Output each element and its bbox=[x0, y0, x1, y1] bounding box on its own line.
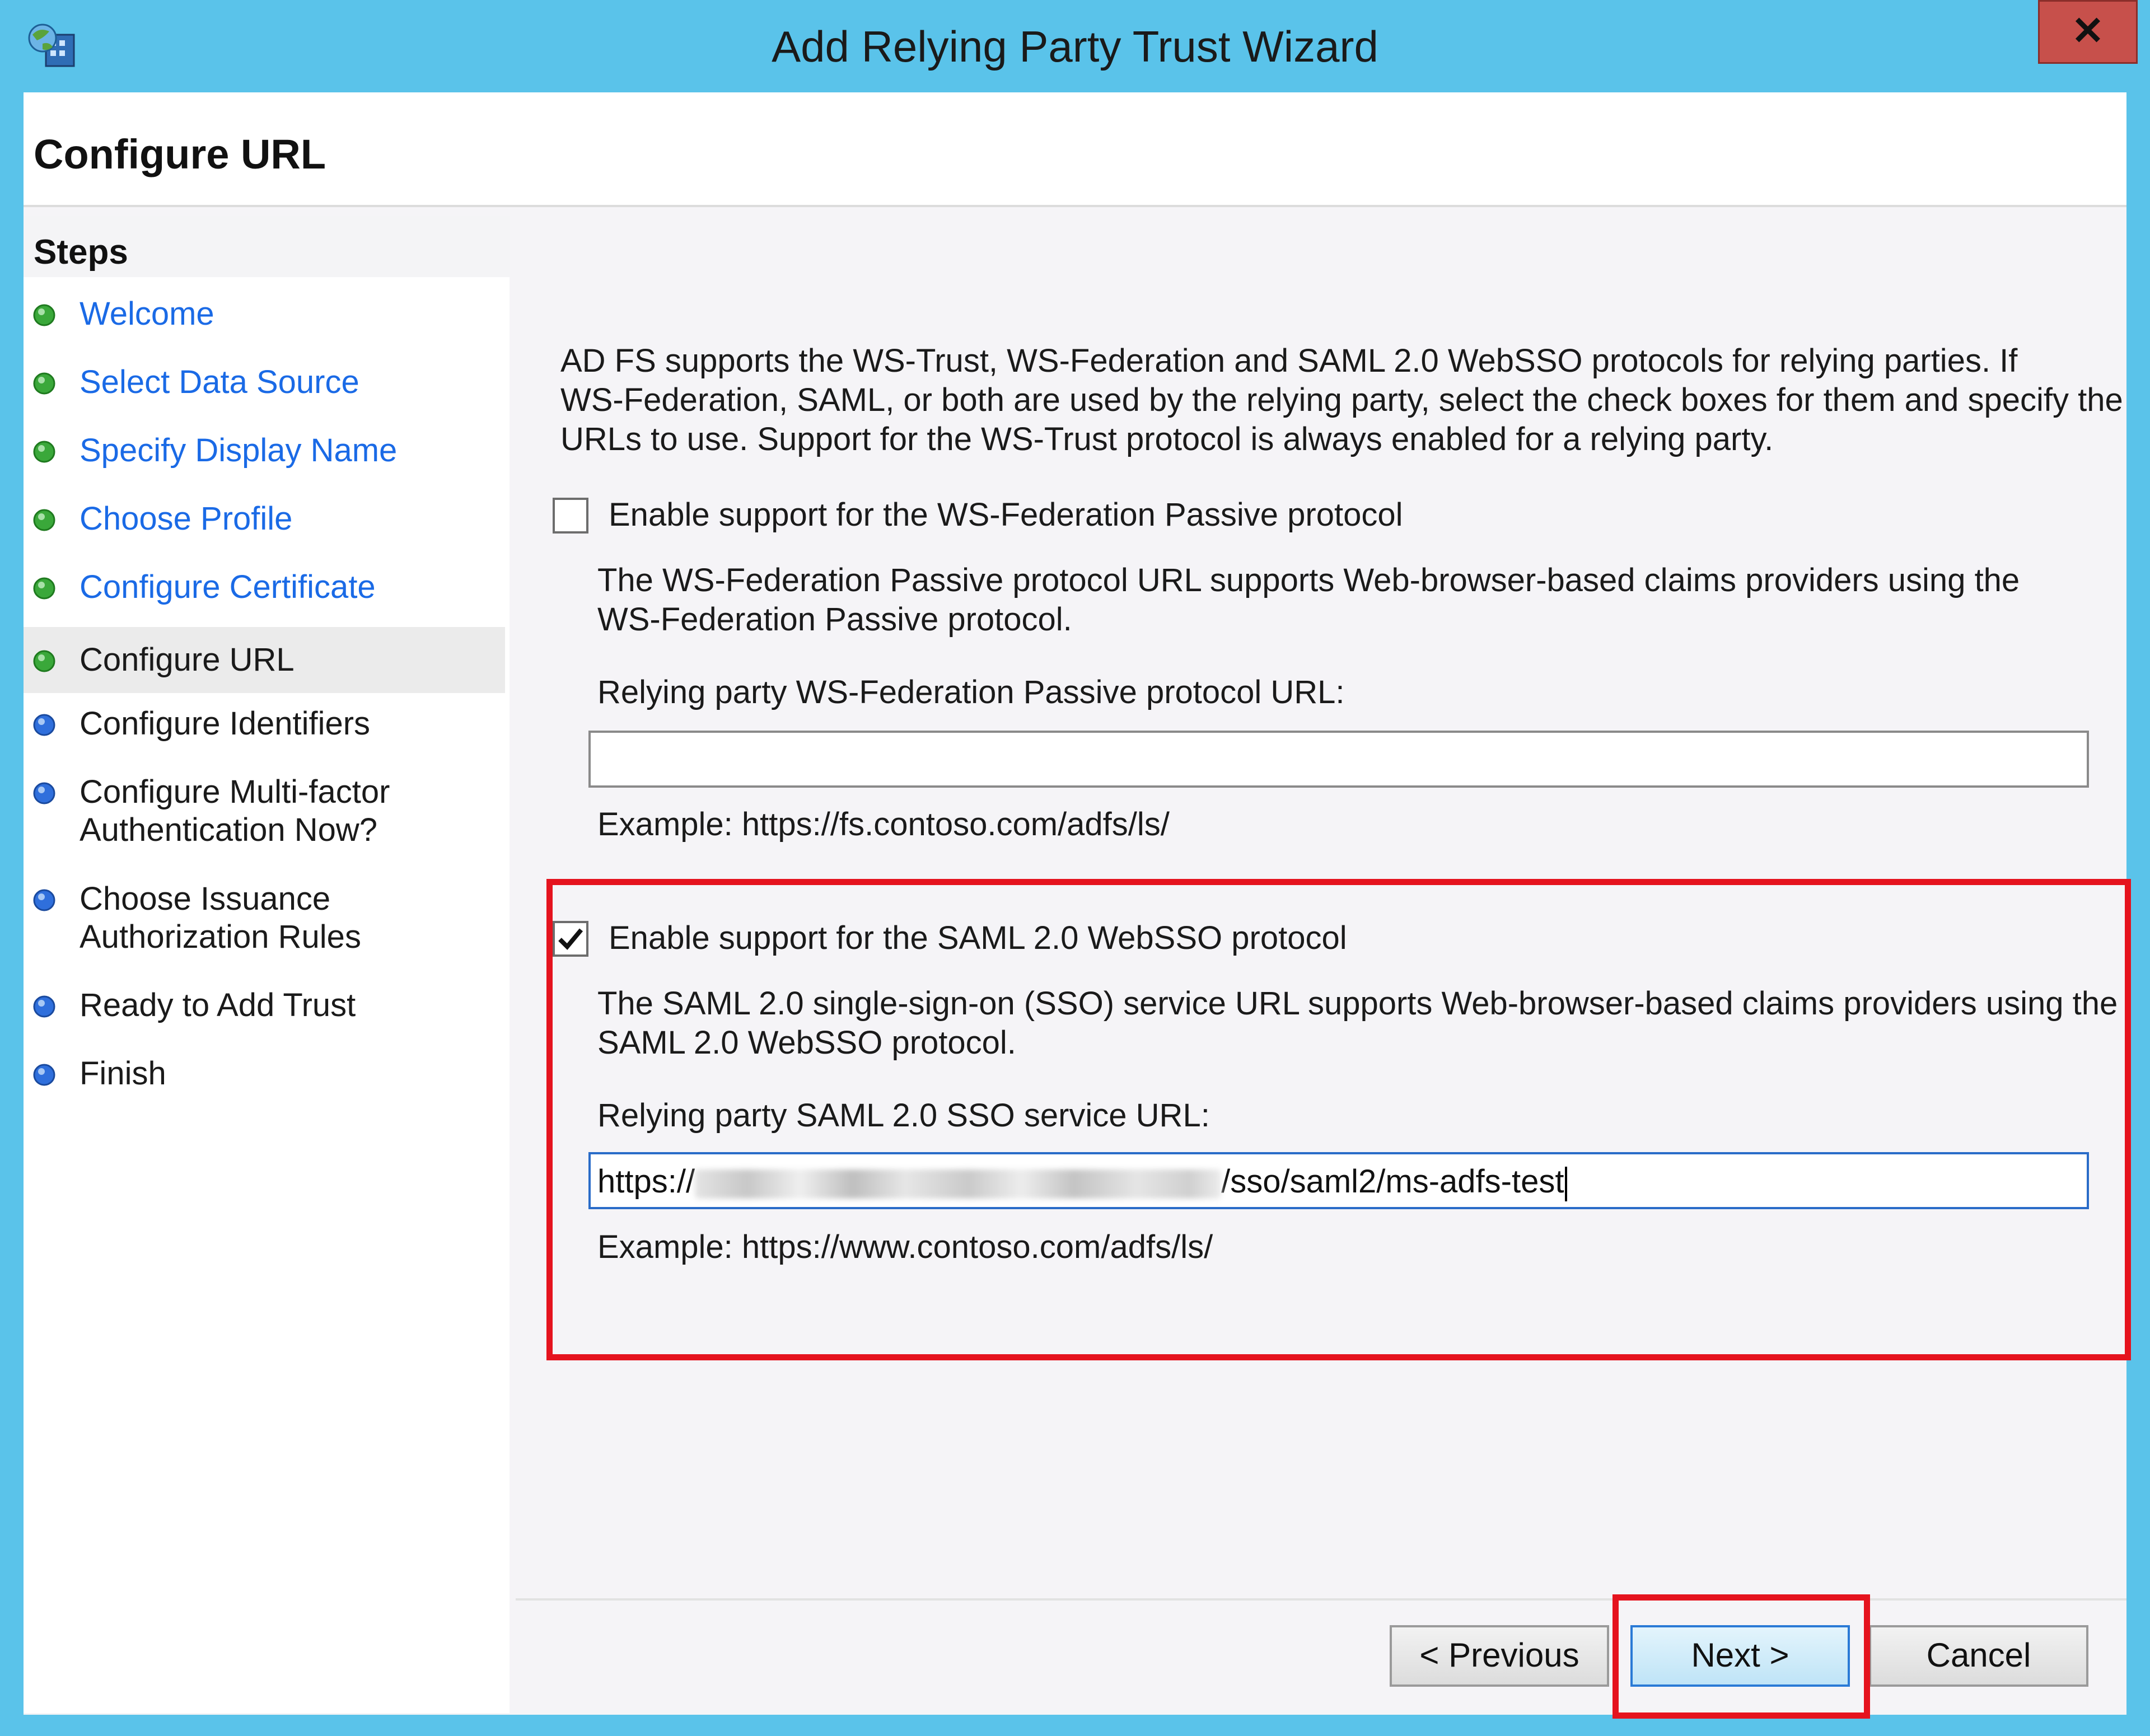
intro-text-3: URLs to use. Support for the WS-Trust pr… bbox=[560, 421, 1774, 457]
step-select-data-source[interactable]: Select Data Source bbox=[24, 354, 505, 410]
step-label: Choose Profile bbox=[80, 500, 293, 537]
wsfed-example: Example: https://fs.contoso.com/adfs/ls/ bbox=[597, 806, 1170, 843]
step-configure-url: Configure URL bbox=[24, 627, 505, 693]
page-title: Configure URL bbox=[34, 131, 326, 177]
step-complete-icon bbox=[33, 304, 55, 326]
window-title: Add Relying Party Trust Wizard bbox=[772, 22, 1378, 71]
step-label: Configure Identifiers bbox=[80, 705, 371, 742]
step-complete-icon bbox=[33, 509, 55, 531]
step-label: Finish bbox=[80, 1055, 166, 1092]
content-panel: AD FS supports the WS-Trust, WS-Federati… bbox=[516, 216, 2131, 1713]
footer-divider bbox=[516, 1598, 2126, 1601]
step-configure-mfa: Configure Multi-factor Authentication No… bbox=[24, 764, 505, 853]
close-icon: ✕ bbox=[2071, 9, 2105, 53]
wsfed-checkbox-label[interactable]: Enable support for the WS-Federation Pas… bbox=[609, 495, 1403, 535]
step-choose-profile[interactable]: Choose Profile bbox=[24, 490, 505, 546]
steps-title: Steps bbox=[34, 233, 128, 272]
step-label-line2: Authentication Now? bbox=[80, 812, 377, 848]
wsfed-checkbox[interactable] bbox=[553, 498, 588, 534]
title-bar: Add Relying Party Trust Wizard ✕ bbox=[0, 0, 2150, 92]
step-pending-icon bbox=[33, 1064, 55, 1086]
wsfed-description-2: WS-Federation Passive protocol. bbox=[597, 601, 1072, 638]
step-label: Configure URL bbox=[80, 642, 295, 678]
wizard-header: Configure URL bbox=[24, 92, 2126, 207]
wizard-client: Configure URL Steps Welcome Select Data … bbox=[24, 92, 2131, 1719]
step-label: Ready to Add Trust bbox=[80, 987, 356, 1023]
step-configure-certificate[interactable]: Configure Certificate bbox=[24, 559, 505, 615]
step-label: Select Data Source bbox=[80, 364, 359, 400]
step-complete-icon bbox=[33, 372, 55, 395]
step-choose-issuance-rules: Choose Issuance Authorization Rules bbox=[24, 871, 505, 960]
cancel-button[interactable]: Cancel bbox=[1869, 1625, 2088, 1687]
steps-panel: Steps Welcome Select Data Source Specify… bbox=[24, 216, 510, 1713]
step-complete-icon bbox=[33, 577, 55, 600]
wsfed-description-1: The WS-Federation Passive protocol URL s… bbox=[597, 562, 2020, 598]
step-label-line2: Authorization Rules bbox=[80, 919, 361, 955]
intro-text-2: WS-Federation, SAML, or both are used by… bbox=[560, 382, 2123, 418]
wsfed-url-input[interactable] bbox=[588, 731, 2089, 788]
step-label: Configure Certificate bbox=[80, 569, 376, 605]
step-label: Welcome bbox=[80, 296, 214, 332]
next-highlight-box bbox=[1612, 1594, 1870, 1719]
intro-text-1: AD FS supports the WS-Trust, WS-Federati… bbox=[560, 343, 2018, 379]
previous-button[interactable]: < Previous bbox=[1390, 1625, 1609, 1687]
step-specify-display-name[interactable]: Specify Display Name bbox=[24, 422, 505, 478]
step-label: Specify Display Name bbox=[80, 432, 398, 469]
step-ready-to-add-trust: Ready to Add Trust bbox=[24, 977, 505, 1033]
step-pending-icon bbox=[33, 782, 55, 804]
wsfed-url-label: Relying party WS-Federation Passive prot… bbox=[597, 674, 1345, 710]
step-label: Choose Issuance bbox=[80, 881, 331, 917]
step-complete-icon bbox=[33, 650, 55, 672]
close-button[interactable]: ✕ bbox=[2038, 0, 2138, 64]
step-pending-icon bbox=[33, 714, 55, 736]
step-finish: Finish bbox=[24, 1045, 505, 1101]
steps-header: Steps bbox=[24, 216, 510, 277]
step-complete-icon bbox=[33, 441, 55, 463]
step-configure-identifiers: Configure Identifiers bbox=[24, 695, 505, 751]
step-label: Configure Multi-factor bbox=[80, 774, 390, 810]
step-pending-icon bbox=[33, 995, 55, 1018]
step-pending-icon bbox=[33, 889, 55, 911]
saml-highlight-box bbox=[546, 879, 2131, 1360]
step-welcome[interactable]: Welcome bbox=[24, 286, 505, 341]
